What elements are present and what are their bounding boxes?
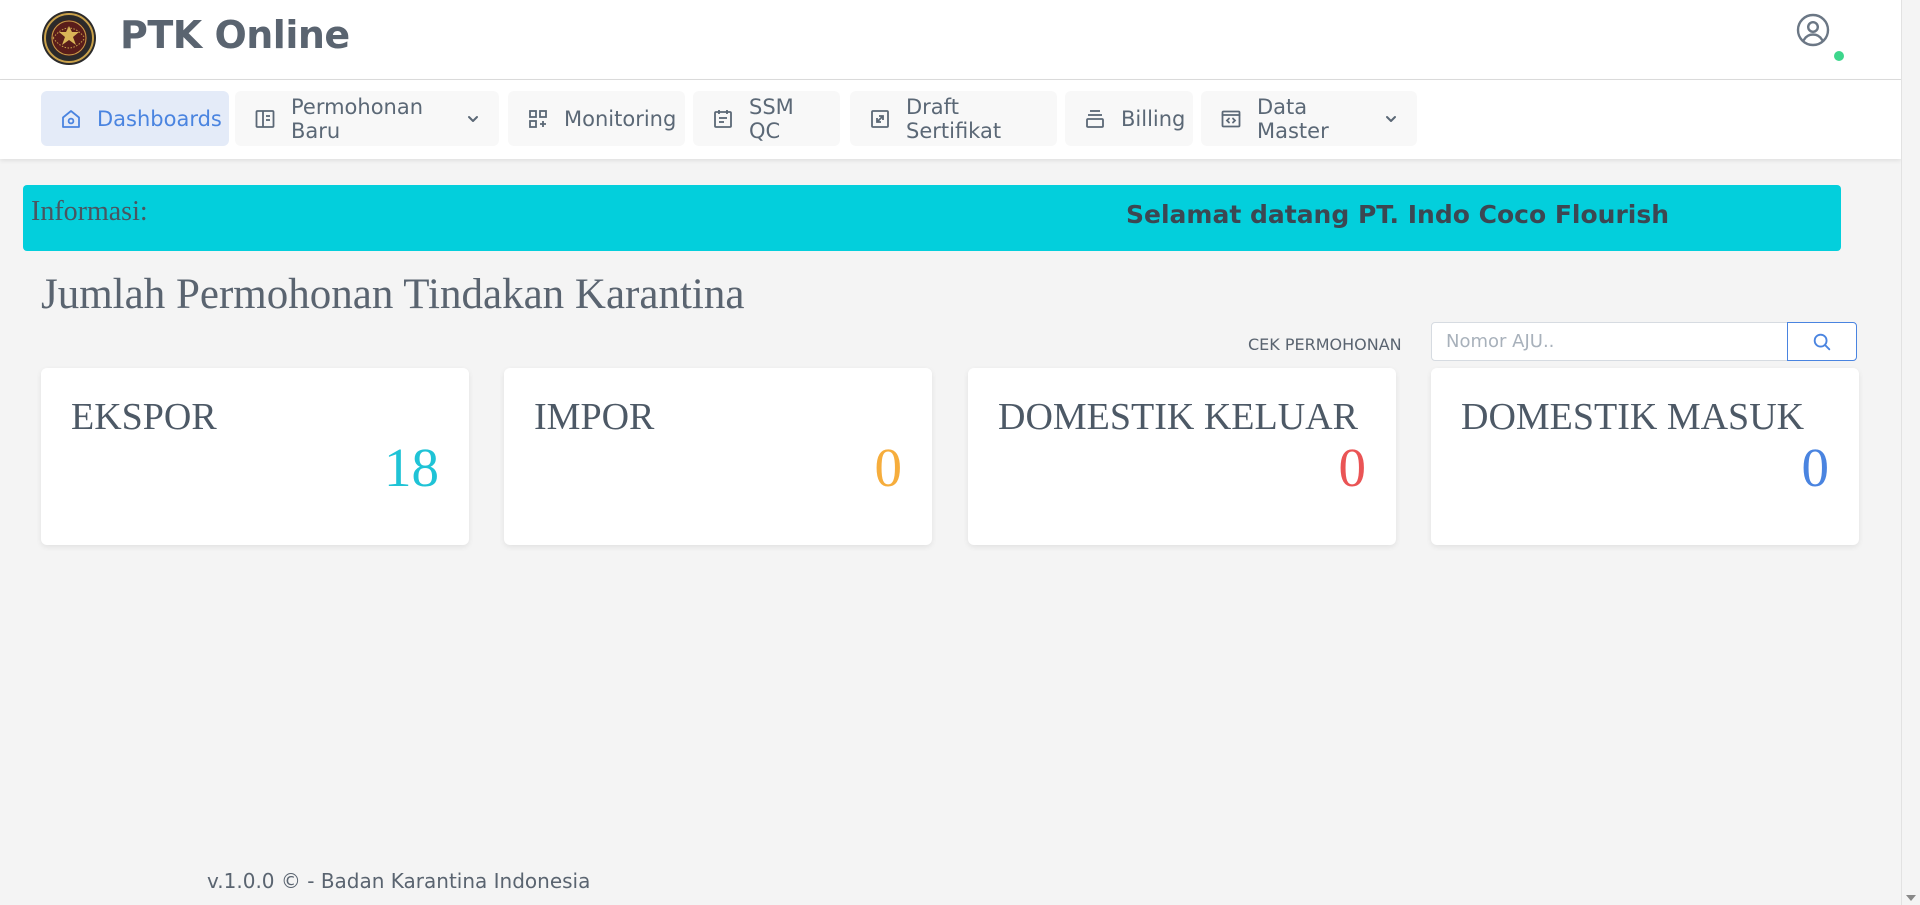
stat-label: DOMESTIK KELUAR — [998, 396, 1358, 438]
user-circle-icon[interactable] — [1795, 12, 1831, 48]
code-window-icon — [1221, 110, 1241, 127]
info-message: Selamat datang PT. Indo Coco Flourish — [1126, 200, 1670, 229]
stat-value: 0 — [1338, 437, 1367, 498]
online-status-dot — [1834, 51, 1844, 61]
app-title: PTK Online — [120, 13, 350, 57]
calendar-icon — [714, 109, 732, 128]
top-header: PTK Online — [0, 0, 1901, 80]
nav-data-master[interactable]: Data Master — [1201, 91, 1417, 146]
nav-permohonan-baru-label: Permohonan Baru — [291, 94, 424, 143]
layout-icon — [255, 109, 275, 128]
nav-billing-label: Billing — [1121, 106, 1186, 131]
chevron-down-icon — [1386, 115, 1396, 122]
nomor-aju-search-input[interactable] — [1431, 322, 1789, 361]
stat-card-impor[interactable]: IMPOR 0 — [504, 368, 932, 545]
nav-monitoring[interactable]: Monitoring — [508, 91, 685, 146]
nav-permohonan-baru[interactable]: Permohonan Baru — [235, 91, 499, 146]
nav-billing[interactable]: Billing — [1065, 91, 1193, 146]
stat-value: 0 — [874, 437, 903, 498]
resize-icon — [871, 109, 889, 128]
cek-permohonan-label: CEK PERMOHONAN — [1248, 335, 1402, 354]
info-label: Informasi: — [31, 196, 148, 227]
stat-value: 0 — [1801, 437, 1830, 498]
nav-ssm-qc-label: SSM QC — [749, 94, 794, 143]
info-banner: Informasi: Selamat datang PT. Indo Coco … — [23, 185, 1841, 251]
stat-label: DOMESTIK MASUK — [1461, 396, 1805, 438]
page-title: Jumlah Permohonan Tindakan Karantina — [41, 271, 745, 318]
search-icon — [1813, 333, 1831, 350]
nav-draft-sertifikat-label: Draft Sertifikat — [906, 94, 1002, 143]
quarantine-emblem-logo[interactable] — [41, 10, 97, 66]
page-scrollbar[interactable] — [1901, 0, 1920, 905]
stat-value: 18 — [384, 437, 439, 498]
stat-card-ekspor[interactable]: EKSPOR 18 — [41, 368, 469, 545]
nav-dashboards[interactable]: Dashboards — [41, 91, 229, 146]
chevron-down-icon — [468, 115, 478, 122]
stat-card-domestik-masuk[interactable]: DOMESTIK MASUK 0 — [1431, 368, 1859, 545]
nav-dashboards-label: Dashboards — [97, 106, 222, 131]
scroll-down-arrow-icon[interactable] — [1906, 895, 1916, 901]
nav-data-master-label: Data Master — [1257, 94, 1329, 143]
stat-card-domestik-keluar[interactable]: DOMESTIK KELUAR 0 — [968, 368, 1396, 545]
nav-monitoring-label: Monitoring — [564, 106, 677, 131]
grid-plus-icon — [529, 109, 547, 128]
stat-label: IMPOR — [534, 396, 655, 438]
nav-draft-sertifikat[interactable]: Draft Sertifikat — [850, 91, 1057, 146]
footer-version: v.1.0.0 © - Badan Karantina Indonesia — [207, 869, 591, 893]
search-button[interactable] — [1787, 322, 1857, 361]
stat-label: EKSPOR — [71, 396, 217, 438]
stack-icon — [1086, 109, 1104, 128]
home-icon — [62, 109, 80, 128]
main-navbar: Dashboards Permohonan Baru Monitoring SS… — [0, 80, 1901, 159]
nav-ssm-qc[interactable]: SSM QC — [693, 91, 840, 146]
